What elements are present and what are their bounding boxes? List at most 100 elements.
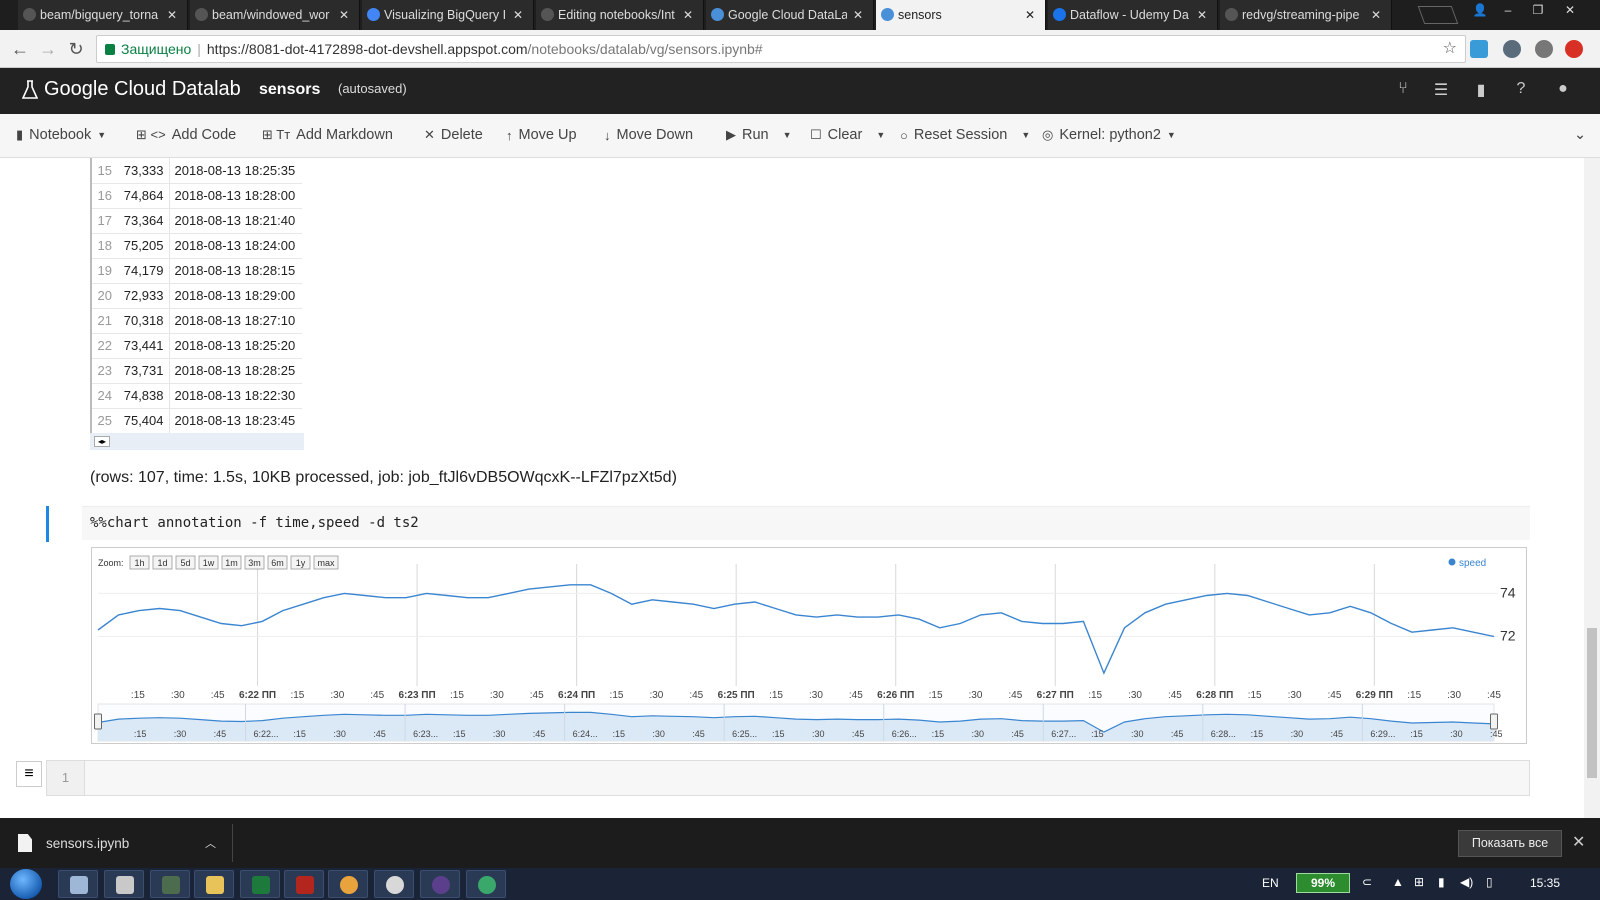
- navigator-tick-label: :30: [812, 729, 825, 739]
- back-arrow-icon[interactable]: ←: [10, 39, 30, 59]
- taskbar-app2-icon[interactable]: [466, 870, 506, 898]
- taskbar-app-icon[interactable]: [104, 870, 144, 898]
- chevron-up-icon[interactable]: ︿: [205, 835, 216, 851]
- zoom-button-label: 1m: [225, 558, 238, 568]
- volume-icon[interactable]: ◀): [1460, 875, 1473, 889]
- code-cell[interactable]: %%chart annotation -f time,speed -d ts2: [82, 506, 1530, 540]
- kernel-selector[interactable]: ◎ Kernel: python2 ▼: [1042, 127, 1176, 143]
- taskbar-chrome-icon[interactable]: [328, 870, 368, 898]
- notebook-toolbar: ▮ Notebook ▼ ⊞ <> Add Code ⊞ Tт Add Markdown…: [0, 114, 1600, 158]
- notebook-menu-button[interactable]: ▮ Notebook ▼: [16, 127, 106, 143]
- taskbar-acrobat-icon[interactable]: [284, 870, 324, 898]
- extension-update-icon[interactable]: [1565, 40, 1583, 58]
- browser-tab[interactable]: Dataflow - Udemy Da ✕: [1048, 0, 1218, 30]
- empty-code-cell[interactable]: 1: [46, 760, 1530, 796]
- menu-lines-icon[interactable]: ☰: [1430, 80, 1452, 102]
- extension-gear-icon[interactable]: [1503, 40, 1521, 58]
- tab-close-icon[interactable]: ✕: [1369, 8, 1383, 22]
- browser-tab[interactable]: sensors ✕: [876, 0, 1046, 30]
- start-button[interactable]: [10, 869, 42, 899]
- speed-cell: 74,864: [117, 183, 170, 209]
- new-tab-button[interactable]: [1417, 6, 1459, 24]
- speed-line-chart[interactable]: 72 74:15:30:45 6:22 ПП:15:30:45 6:23 ПП:15:…: [92, 548, 1526, 743]
- extension-record-icon[interactable]: [1535, 40, 1553, 58]
- taskbar-folder-icon[interactable]: [194, 870, 234, 898]
- show-all-button[interactable]: Показать все: [1458, 830, 1562, 857]
- run-button[interactable]: ▶ Run ▼: [726, 127, 792, 143]
- scrollbar[interactable]: [1584, 158, 1600, 818]
- network-icon[interactable]: ▮: [1438, 875, 1445, 889]
- x-tick-label: :45: [1487, 690, 1501, 701]
- git-branch-icon[interactable]: ⑂: [1392, 80, 1414, 102]
- cell-menu-icon[interactable]: ≡: [16, 761, 42, 787]
- collapse-toolbar-icon[interactable]: ⌄: [1574, 127, 1586, 143]
- restore-icon[interactable]: ❐: [1524, 0, 1552, 20]
- tray-icon[interactable]: ⊂: [1362, 875, 1372, 889]
- tab-close-icon[interactable]: ✕: [681, 8, 695, 22]
- tab-favicon-icon: [23, 8, 36, 21]
- browser-tab[interactable]: beam/bigquery_torna ✕: [18, 0, 188, 30]
- pager-icon[interactable]: ◂▸: [94, 436, 110, 447]
- navigator-left-handle[interactable]: [94, 713, 102, 730]
- tab-close-icon[interactable]: ✕: [511, 8, 525, 22]
- clear-button[interactable]: ☐ Clear ▼: [810, 127, 885, 143]
- x-tick-label: :45: [689, 690, 703, 701]
- account-icon[interactable]: ●: [1552, 80, 1574, 102]
- browser-tab[interactable]: redvg/streaming-pipe ✕: [1220, 0, 1392, 30]
- tab-close-icon[interactable]: ✕: [1023, 8, 1037, 22]
- bookmark-star-icon[interactable]: ☆: [1443, 36, 1457, 62]
- extension-icon[interactable]: [1470, 40, 1488, 58]
- user-icon[interactable]: 👤: [1466, 0, 1494, 20]
- navigator-tick-label: :15: [134, 729, 147, 739]
- reload-icon[interactable]: ↻: [66, 39, 86, 59]
- windows-icon[interactable]: ⊞: [1414, 875, 1424, 889]
- move-down-button[interactable]: ↓ Move Down: [604, 127, 693, 143]
- browser-tab[interactable]: Google Cloud DataLal ✕: [706, 0, 874, 30]
- delete-button[interactable]: ✕ Delete: [424, 127, 483, 143]
- download-item[interactable]: sensors.ipynb ︿: [18, 826, 228, 860]
- add-markdown-button[interactable]: ⊞ Tт Add Markdown: [262, 127, 393, 143]
- bookmark-icon[interactable]: ▮: [1470, 80, 1492, 102]
- run-caret-icon[interactable]: ▼: [783, 130, 792, 140]
- scrollbar-thumb[interactable]: [1587, 628, 1597, 778]
- url-input[interactable]: Защищено | https://8081-dot-4172898-dot-de…: [96, 35, 1466, 63]
- navigator-tick-label: :15: [1091, 729, 1104, 739]
- reset-caret-icon[interactable]: ▼: [1021, 130, 1030, 140]
- browser-tab[interactable]: Visualizing BigQuery I ✕: [362, 0, 534, 30]
- move-up-button[interactable]: ↑ Move Up: [506, 127, 577, 143]
- taskbar-excel-icon[interactable]: [240, 870, 280, 898]
- browser-tab[interactable]: Editing notebooks/Int ✕: [536, 0, 704, 30]
- table-row: 17 73,364 2018-08-13 18:21:40: [90, 208, 302, 234]
- navigator-right-handle[interactable]: [1490, 713, 1498, 730]
- minimize-icon[interactable]: –: [1494, 0, 1522, 20]
- table-row: 24 74,838 2018-08-13 18:22:30: [90, 383, 302, 409]
- tab-close-icon[interactable]: ✕: [1195, 8, 1209, 22]
- help-icon[interactable]: ?: [1510, 80, 1532, 102]
- close-downloads-icon[interactable]: ✕: [1572, 832, 1585, 852]
- taskbar-terminal-icon[interactable]: [150, 870, 190, 898]
- clear-caret-icon[interactable]: ▼: [876, 130, 885, 140]
- x-tick-label: 6:27 ПП: [1037, 690, 1074, 701]
- code-source[interactable]: %%chart annotation -f time,speed -d ts2: [90, 515, 419, 531]
- tray-arrow-icon[interactable]: ▲: [1392, 875, 1404, 889]
- reset-session-button[interactable]: ○ Reset Session ▼: [900, 127, 1030, 143]
- tab-close-icon[interactable]: ✕: [851, 8, 865, 22]
- arrow-up-icon: ↑: [506, 127, 513, 143]
- taskbar-chrome2-icon[interactable]: [374, 870, 414, 898]
- battery-indicator[interactable]: 99%: [1296, 873, 1350, 893]
- battery-tray-icon[interactable]: ▯: [1486, 875, 1493, 889]
- chart-container[interactable]: 72 74:15:30:45 6:22 ПП:15:30:45 6:23 ПП:15:…: [91, 547, 1527, 744]
- language-indicator[interactable]: EN: [1262, 876, 1279, 890]
- tab-close-icon[interactable]: ✕: [337, 8, 351, 22]
- add-code-button[interactable]: ⊞ <> Add Code: [136, 127, 236, 143]
- taskbar-explorer-icon[interactable]: [58, 870, 98, 898]
- browser-tab[interactable]: beam/windowed_wor ✕: [190, 0, 360, 30]
- x-tick-label: :15: [290, 690, 304, 701]
- window-close-icon[interactable]: ✕: [1556, 0, 1584, 20]
- notebook-title[interactable]: sensors: [259, 81, 320, 99]
- forward-arrow-icon[interactable]: →: [38, 39, 58, 59]
- taskbar-obs-icon[interactable]: [420, 870, 460, 898]
- datalab-logo[interactable]: Google Cloud Datalab: [22, 78, 241, 101]
- tab-close-icon[interactable]: ✕: [165, 8, 179, 22]
- speed-series-line[interactable]: [97, 584, 1495, 675]
